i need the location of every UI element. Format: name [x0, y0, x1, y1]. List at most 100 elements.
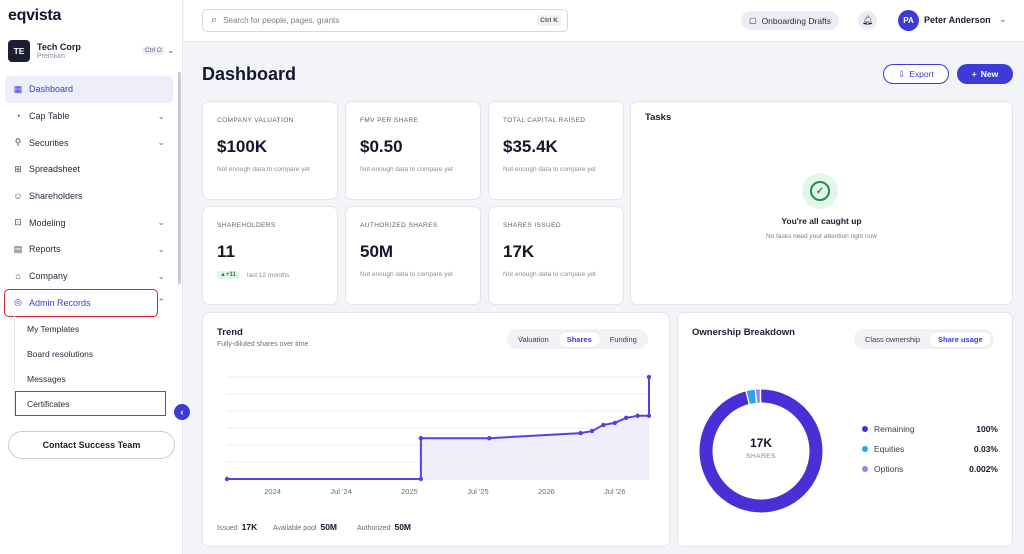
- chart-point[interactable]: [646, 413, 652, 418]
- metric-label: FMV per share: [360, 117, 419, 124]
- legend-value: 0.002%: [969, 464, 998, 474]
- dashboard-icon: ▦: [13, 83, 23, 94]
- export-button[interactable]: ⇩ Export: [883, 64, 949, 84]
- legend-equities: Equities 0.03%: [862, 442, 998, 456]
- collapse-sidebar-icon[interactable]: ‹: [174, 404, 190, 420]
- submenu-item-my-templates[interactable]: My Templates: [15, 316, 166, 341]
- metric-label: Total capital raised: [503, 117, 586, 124]
- chart-point[interactable]: [635, 413, 640, 418]
- metric-value: 17K: [503, 242, 535, 261]
- ownership-donut-chart: 17K SHARES: [699, 388, 823, 513]
- chevron-down-icon: ⌄: [157, 270, 165, 281]
- footer-label: Issued: [217, 525, 238, 532]
- admin-records-submenu: My Templates Board resolutions Messages …: [14, 316, 166, 416]
- chart-point[interactable]: [601, 422, 606, 428]
- notification-bell-icon[interactable]: 🔔︎: [858, 11, 877, 30]
- metric-note: Not enough data to compare yet: [503, 271, 596, 278]
- company-icon: ⌂: [15, 271, 21, 282]
- sidebar-item-label: Company: [29, 271, 68, 282]
- tasks-card: Tasks ✓ You're all caught up No tasks ne…: [630, 101, 1013, 305]
- search-input[interactable]: [223, 16, 538, 25]
- metric-label: Shareholders: [217, 222, 276, 229]
- legend-name: Remaining: [874, 424, 915, 434]
- legend-dot: [862, 426, 868, 432]
- company-switcher[interactable]: TE Tech Corp Premium Ctrl O ⌄: [8, 40, 178, 64]
- onboarding-drafts-button[interactable]: ▢ Onboarding Drafts: [741, 11, 840, 30]
- modeling-icon: ⊡: [14, 217, 22, 228]
- export-icon: ⇩: [898, 68, 906, 79]
- sidebar-scrollbar[interactable]: [178, 72, 181, 284]
- sidebar-item-reports[interactable]: ▤ Reports ⌄: [5, 236, 173, 263]
- metric-card-shares-issued: Shares issued 17K Not enough data to com…: [488, 206, 624, 305]
- metric-card-fmv-per-share: FMV per share $0.50 Not enough data to c…: [345, 101, 481, 200]
- legend-name: Equities: [874, 444, 905, 454]
- company-avatar: TE: [8, 40, 30, 62]
- chart-point[interactable]: [418, 436, 424, 441]
- chart-point[interactable]: [578, 430, 583, 436]
- check-circle-icon: ✓: [802, 173, 838, 209]
- metric-card-shareholders: Shareholders 11 ▲+11 last 12 months: [202, 206, 338, 305]
- metric-label: Shares issued: [503, 222, 561, 229]
- x-tick-label: Jul '24: [330, 487, 351, 496]
- sidebar-item-label: Reports: [29, 244, 61, 255]
- new-button[interactable]: + New: [957, 64, 1013, 84]
- footer-label: Authorized: [357, 525, 391, 532]
- sidebar-item-cap-table[interactable]: ◔ Cap Table ⌄: [5, 103, 173, 130]
- chart-point[interactable]: [646, 374, 652, 380]
- company-plan: Premium: [37, 53, 66, 60]
- sidebar-item-label: Cap Table: [29, 111, 70, 122]
- user-name[interactable]: Peter Anderson: [924, 15, 991, 25]
- chart-point[interactable]: [418, 476, 424, 482]
- donut-slice-remaining[interactable]: [699, 389, 823, 513]
- metric-note: Not enough data to compare yet: [360, 271, 453, 278]
- onboarding-drafts-label: Onboarding Drafts: [761, 15, 832, 26]
- sidebar-item-securities[interactable]: ⚲ Securities ⌄: [5, 129, 173, 156]
- legend-dot: [862, 446, 868, 452]
- export-label: Export: [909, 69, 934, 79]
- chart-point[interactable]: [487, 436, 492, 441]
- metric-value: $0.50: [360, 137, 403, 156]
- company-name: Tech Corp: [37, 42, 81, 52]
- metric-note: last 12 months: [247, 272, 290, 279]
- sidebar-item-spreadsheet[interactable]: ⊞ Spreadsheet: [5, 156, 173, 183]
- ownership-card: Ownership Breakdown Class ownership Shar…: [677, 312, 1013, 547]
- chart-point[interactable]: [612, 420, 617, 426]
- submenu-item-certificates[interactable]: Certificates: [15, 391, 166, 416]
- x-tick-label: 2024: [264, 487, 281, 496]
- eqvista-logo[interactable]: eqvista: [8, 7, 61, 25]
- contact-success-team-button[interactable]: Contact Success Team: [8, 431, 175, 459]
- metric-label: Authorized shares: [360, 222, 438, 229]
- sidebar-item-dashboard[interactable]: ▦ Dashboard: [5, 76, 173, 103]
- metric-value: 11: [217, 242, 235, 261]
- chart-point[interactable]: [623, 415, 629, 420]
- chart-point[interactable]: [589, 428, 595, 434]
- sidebar-item-label: Spreadsheet: [29, 164, 81, 175]
- tab-share-usage[interactable]: Share usage: [930, 331, 991, 347]
- chart-point[interactable]: [224, 476, 230, 482]
- metric-note: Not enough data to compare yet: [360, 166, 453, 173]
- sidebar-item-label: Shareholders: [29, 191, 83, 202]
- sidebar-item-company[interactable]: ⌂ Company ⌄: [5, 263, 173, 290]
- metric-card-total-capital-raised: Total capital raised $35.4K Not enough d…: [488, 101, 624, 200]
- submenu-item-messages[interactable]: Messages: [15, 366, 166, 391]
- donut-slice-equities[interactable]: [747, 389, 757, 404]
- sidebar-item-admin-records[interactable]: ◎ Admin Records ⌃: [4, 288, 165, 318]
- chevron-down-icon[interactable]: ⌄: [999, 14, 1007, 25]
- legend-name: Options: [874, 464, 904, 474]
- metric-note: Not enough data to compare yet: [217, 166, 310, 173]
- metric-label: Company valuation: [217, 117, 294, 124]
- submenu-item-board-resolutions[interactable]: Board resolutions: [15, 341, 166, 366]
- tasks-empty-heading: You're all caught up: [781, 216, 862, 226]
- sidebar-item-shareholders[interactable]: ☺ Shareholders: [5, 183, 173, 210]
- footer-available-pool: Available pool 50M: [273, 522, 337, 532]
- x-tick-label: 2026: [538, 487, 555, 496]
- tab-class-ownership[interactable]: Class ownership: [857, 332, 928, 347]
- search-box[interactable]: ⌕ Ctrl K: [202, 9, 568, 32]
- user-avatar[interactable]: PA: [898, 10, 919, 31]
- tasks-empty-subtext: No tasks need your attention right now: [766, 233, 877, 240]
- sidebar-item-modeling[interactable]: ⊡ Modeling ⌄: [5, 209, 173, 236]
- people-icon: ☺: [13, 191, 23, 202]
- admin-records-icon: ◎: [14, 297, 22, 308]
- legend-remaining: Remaining 100%: [862, 422, 998, 436]
- grid-icon: ⊞: [14, 163, 22, 174]
